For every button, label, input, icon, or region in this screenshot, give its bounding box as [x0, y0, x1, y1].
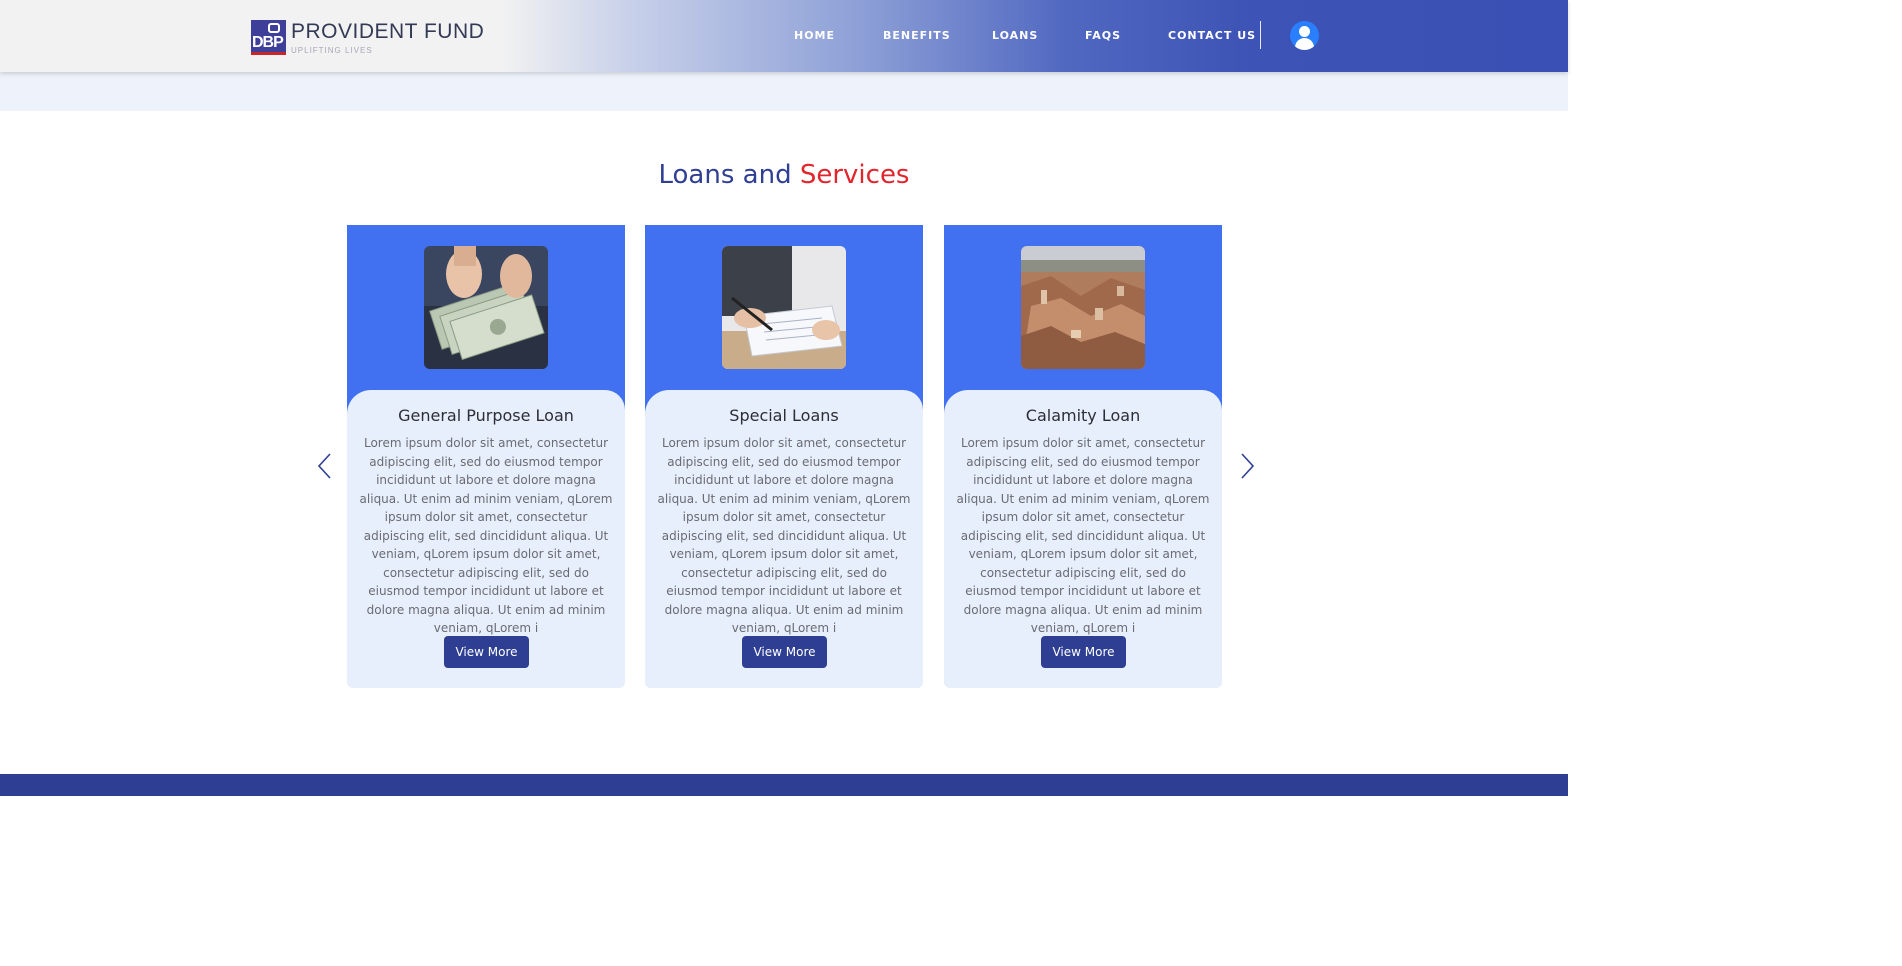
card-description: Lorem ipsum dolor sit amet, consectetur …	[956, 436, 1210, 635]
card-title: General Purpose Loan	[398, 406, 574, 425]
card-description: Lorem ipsum dolor sit amet, consectetur …	[657, 436, 911, 635]
logo-mark-icon	[268, 23, 280, 33]
section-title: Loans and Services	[0, 160, 1568, 190]
loan-card-calamity: Calamity Loan Lorem ipsum dolor sit amet…	[944, 225, 1222, 688]
site-footer	[0, 774, 1568, 796]
signing-document-photo	[722, 246, 846, 369]
view-more-button[interactable]: View More	[742, 636, 827, 668]
dbp-logo-badge: DBP	[251, 20, 286, 55]
header-band	[0, 72, 1568, 111]
disaster-rubble-photo	[1021, 246, 1145, 369]
chevron-left-icon[interactable]	[316, 452, 336, 480]
card-title: Calamity Loan	[1025, 406, 1141, 425]
loan-card-special: Special Loans Lorem ipsum dolor sit amet…	[645, 225, 923, 688]
cash-money-photo	[424, 246, 548, 369]
nav-divider	[1260, 21, 1261, 49]
section-title-part2: Services	[799, 160, 910, 190]
logo-badge-text: DBP	[252, 34, 284, 51]
site-header: DBP PROVIDENT FUND UPLIFTING LIVES HOME …	[0, 0, 1568, 72]
nav-contact-us[interactable]: CONTACT US	[1168, 29, 1256, 42]
logo-title: PROVIDENT FUND	[291, 20, 485, 43]
card-title: Special Loans	[729, 406, 839, 425]
nav-home[interactable]: HOME	[794, 29, 835, 42]
site-logo[interactable]: DBP PROVIDENT FUND UPLIFTING LIVES	[251, 18, 501, 58]
nav-loans[interactable]: LOANS	[992, 29, 1038, 42]
section-title-part1: Loans and	[658, 160, 792, 190]
chevron-right-icon[interactable]	[1236, 452, 1256, 480]
logo-tagline: UPLIFTING LIVES	[291, 46, 373, 55]
view-more-button[interactable]: View More	[1041, 636, 1126, 668]
nav-benefits[interactable]: BENEFITS	[883, 29, 951, 42]
loan-card-general-purpose: General Purpose Loan Lorem ipsum dolor s…	[347, 225, 625, 688]
nav-faqs[interactable]: FAQS	[1085, 29, 1121, 42]
card-description: Lorem ipsum dolor sit amet, consectetur …	[359, 436, 613, 635]
user-icon[interactable]	[1290, 21, 1319, 50]
view-more-button[interactable]: View More	[444, 636, 529, 668]
